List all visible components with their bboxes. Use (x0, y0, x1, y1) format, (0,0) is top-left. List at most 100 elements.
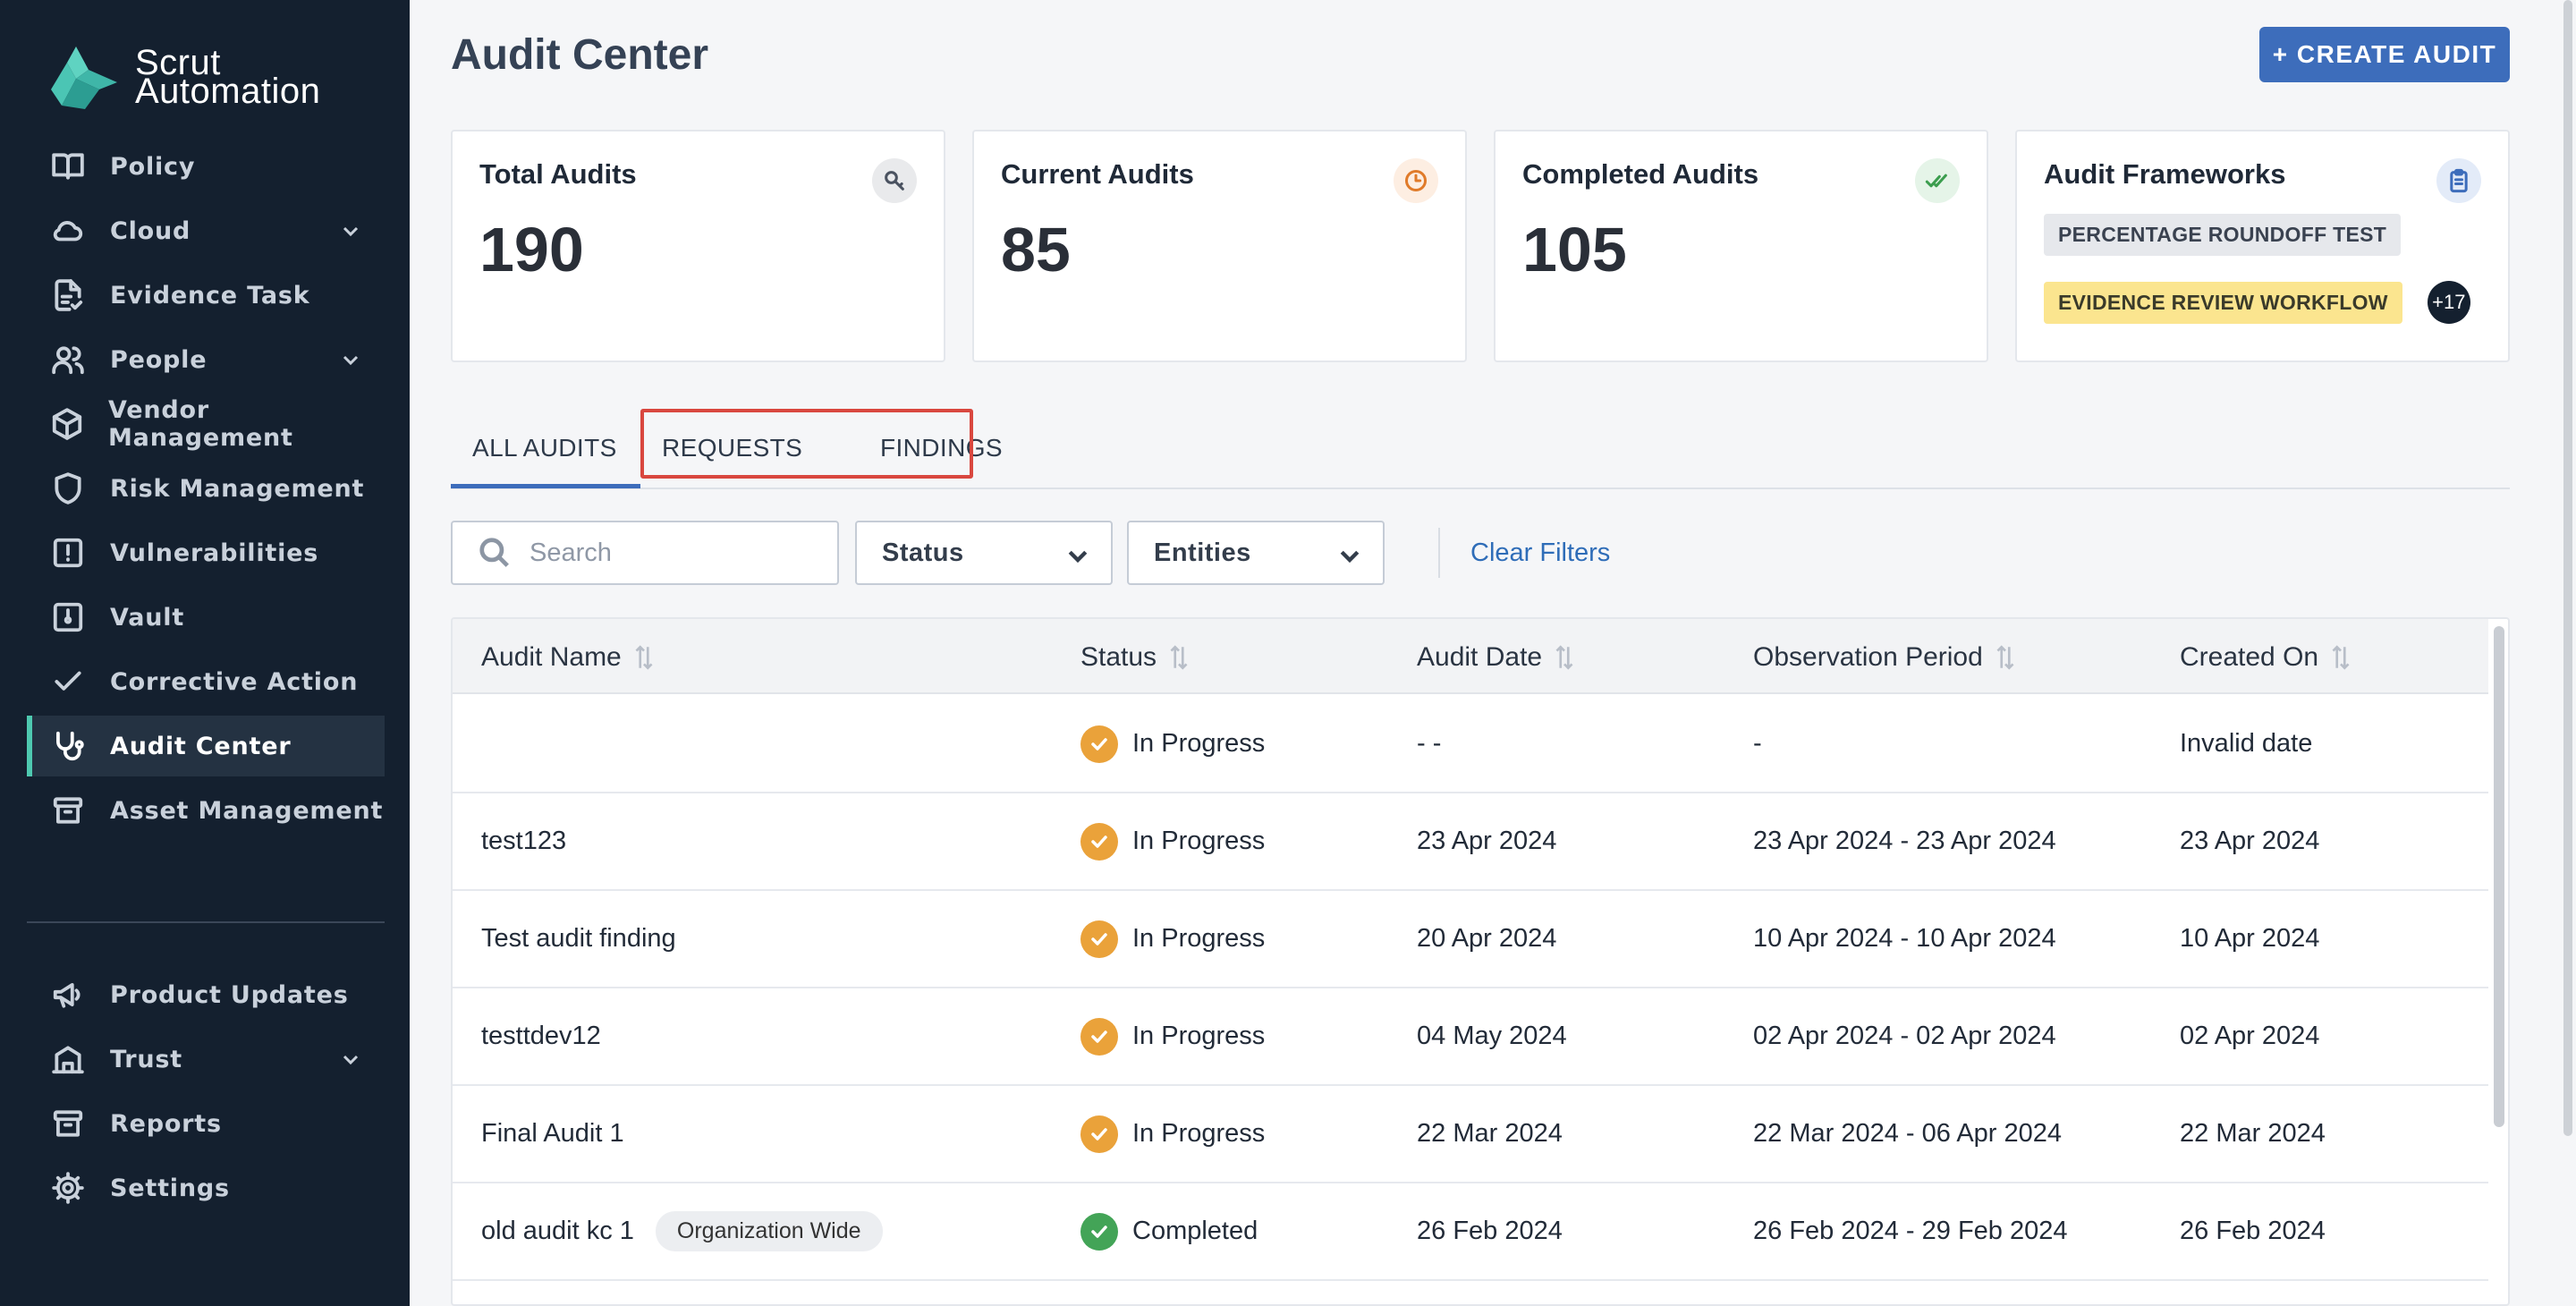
sidebar-item-label: Reports (110, 1109, 222, 1138)
sidebar-item-people[interactable]: People (27, 329, 385, 390)
sort-icon[interactable] (1553, 643, 1576, 672)
table-row[interactable]: test123 In Progress 23 Apr 2024 23 Apr 2024… (453, 793, 2488, 891)
table-row[interactable]: old audit kc 1 Organization Wide Completed… (453, 1183, 2488, 1281)
document-check-icon (50, 277, 86, 313)
audit-name[interactable]: old audit kc 1 (481, 1217, 634, 1246)
audit-name-cell[interactable]: testtdev12 (481, 988, 601, 1084)
audit-name-cell[interactable]: old audit kc 1 Organization Wide (481, 1183, 883, 1279)
more-frameworks-badge[interactable]: +17 (2427, 281, 2470, 324)
sort-icon[interactable] (1167, 643, 1191, 672)
framework-tag[interactable]: EVIDENCE REVIEW WORKFLOW (2044, 281, 2402, 324)
chevron-down-icon[interactable] (340, 220, 361, 242)
sidebar-item-product-updates[interactable]: Product Updates (27, 964, 385, 1025)
column-header-observation-period[interactable]: Observation Period (1753, 642, 2017, 673)
card-title: Total Audits (479, 158, 637, 190)
sidebar-item-reports[interactable]: Reports (27, 1093, 385, 1154)
sidebar-item-settings[interactable]: Settings (27, 1158, 385, 1218)
observation-period-cell: 26 Feb 2024 - 29 Feb 2024 (1753, 1217, 2068, 1245)
audit-date-cell: 26 Feb 2024 (1417, 1217, 1563, 1245)
status-cell: In Progress (1080, 696, 1265, 792)
search-input[interactable] (530, 538, 825, 568)
sort-icon[interactable] (1994, 643, 2017, 672)
create-audit-button[interactable]: + CREATE AUDIT (2259, 27, 2510, 82)
sidebar-item-evidence-task[interactable]: Evidence Task (27, 265, 385, 326)
archive-icon (50, 1106, 86, 1141)
audit-name[interactable]: test123 (481, 827, 566, 856)
sidebar-item-label: Audit Center (110, 732, 292, 760)
column-header-label: Created On (2180, 642, 2319, 672)
sidebar-item-vulnerabilities[interactable]: Vulnerabilities (27, 522, 385, 583)
current-audits-card[interactable]: Current Audits 85 (972, 130, 1467, 362)
brand-logo[interactable]: Scrut Automation (49, 43, 320, 111)
framework-tag[interactable]: PERCENTAGE ROUNDOFF TEST (2044, 214, 2402, 256)
tabs-highlight-box (640, 409, 973, 479)
table-header: Audit Name Status Audit Date Observation… (453, 619, 2488, 694)
audit-date-cell: 04 May 2024 (1417, 1022, 1567, 1050)
sort-icon[interactable] (632, 643, 656, 672)
tab-all-audits[interactable]: ALL AUDITS (472, 434, 617, 462)
sidebar-item-policy[interactable]: Policy (27, 136, 385, 197)
sidebar-secondary-nav: Product Updates Trust Reports Settings (27, 964, 385, 1222)
audit-date-cell: - - (1417, 729, 1442, 758)
entities-filter-dropdown[interactable]: Entities (1127, 521, 1385, 585)
status-check-icon (1080, 725, 1118, 763)
trust-building-icon (50, 1041, 86, 1077)
column-header-created-on[interactable]: Created On (2180, 642, 2352, 673)
search-icon (479, 538, 509, 567)
total-audits-card[interactable]: Total Audits 190 (451, 130, 945, 362)
column-header-audit-name[interactable]: Audit Name (481, 642, 656, 673)
sidebar-item-audit-center[interactable]: Audit Center (27, 716, 385, 776)
table-row[interactable]: Final Audit 1 In Progress 22 Mar 2024 22 Ma… (453, 1086, 2488, 1183)
sidebar-item-corrective-action[interactable]: Corrective Action (27, 651, 385, 712)
stethoscope-icon (50, 728, 86, 764)
people-icon (50, 342, 86, 377)
column-header-label: Status (1080, 642, 1157, 672)
status-filter-dropdown[interactable]: Status (855, 521, 1113, 585)
audit-frameworks-card[interactable]: Audit Frameworks PERCENTAGE ROUNDOFF TES… (2015, 130, 2510, 362)
clear-filters-link[interactable]: Clear Filters (1470, 539, 1610, 568)
search-box[interactable] (451, 521, 839, 585)
sidebar: Scrut Automation Policy Cloud Evidence T… (0, 0, 410, 1306)
observation-period-cell: 10 Apr 2024 - 10 Apr 2024 (1753, 924, 2056, 953)
sidebar-item-label: Corrective Action (110, 667, 359, 696)
key-icon (872, 158, 917, 203)
table-row[interactable]: Test audit finding In Progress 20 Apr 2024… (453, 891, 2488, 988)
chevron-down-icon[interactable] (340, 349, 361, 370)
sidebar-item-trust[interactable]: Trust (27, 1029, 385, 1090)
audit-name-cell[interactable]: Final Audit 1 (481, 1086, 624, 1182)
completed-audits-card[interactable]: Completed Audits 105 (1494, 130, 1988, 362)
page-title: Audit Center (451, 31, 708, 79)
sidebar-item-label: Risk Management (110, 474, 365, 503)
audit-name[interactable]: testtdev12 (481, 1022, 601, 1051)
sidebar-item-cloud[interactable]: Cloud (27, 200, 385, 261)
column-header-status[interactable]: Status (1080, 642, 1191, 673)
table-scrollbar[interactable] (2494, 626, 2504, 1127)
sidebar-item-risk-management[interactable]: Risk Management (27, 458, 385, 519)
filter-bar: Status Entities Clear Filters (451, 521, 2510, 585)
status-label: In Progress (1132, 827, 1266, 855)
column-header-audit-date[interactable]: Audit Date (1417, 642, 1576, 673)
audit-name-cell[interactable]: test123 (481, 793, 566, 889)
status-label: In Progress (1132, 1022, 1266, 1050)
audit-name-cell[interactable]: Test audit finding (481, 891, 676, 987)
filter-divider (1438, 528, 1440, 578)
main-content: Audit Center + CREATE AUDIT Total Audits… (410, 0, 2576, 1306)
shield-icon (50, 471, 86, 506)
table-row[interactable]: In Progress - - - Invalid date (453, 696, 2488, 793)
sidebar-item-vendor-management[interactable]: Vendor Management (27, 394, 385, 454)
audit-name[interactable]: Final Audit 1 (481, 1119, 624, 1149)
brand-name: Scrut Automation (135, 45, 320, 109)
observation-period-cell: 02 Apr 2024 - 02 Apr 2024 (1753, 1022, 2056, 1050)
observation-period-cell: 22 Mar 2024 - 06 Apr 2024 (1753, 1119, 2063, 1148)
page-scrollbar[interactable] (2563, 0, 2572, 1136)
sidebar-item-vault[interactable]: Vault (27, 587, 385, 648)
sidebar-item-asset-management[interactable]: Asset Management (27, 780, 385, 841)
status-check-icon (1080, 1212, 1118, 1251)
table-row[interactable]: testtdev12 In Progress 04 May 2024 02 Apr 2… (453, 988, 2488, 1086)
sort-icon[interactable] (2329, 643, 2352, 672)
sidebar-item-label: Policy (110, 152, 196, 181)
status-cell: In Progress (1080, 988, 1265, 1084)
status-check-icon (1080, 1017, 1118, 1056)
audit-name[interactable]: Test audit finding (481, 924, 676, 954)
chevron-down-icon[interactable] (340, 1048, 361, 1070)
